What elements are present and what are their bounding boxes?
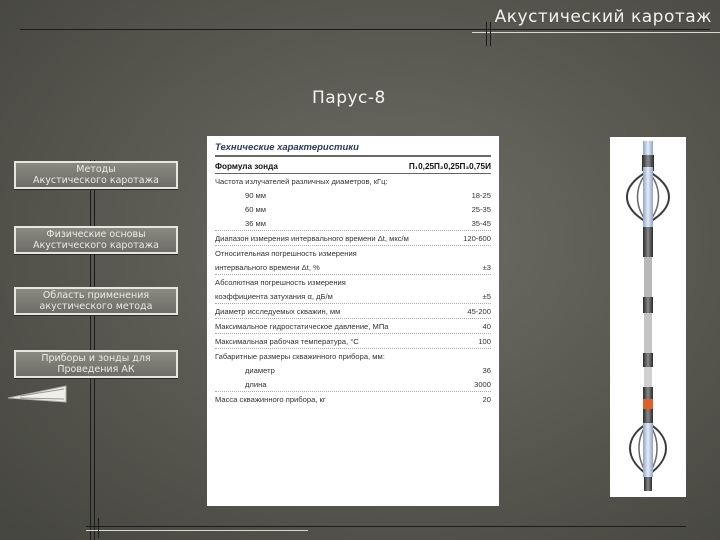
table-row: Абсолютная погрешность измерения <box>215 275 491 289</box>
table-row: Масса скважинного прибора, кг 20 <box>215 392 491 406</box>
top-right-tick-2 <box>490 22 491 46</box>
table-row: длина 3000 <box>215 377 491 392</box>
table-row: Максимальное гидростатическое давление, … <box>215 319 491 334</box>
nav-label-line2: акустического метода <box>39 301 153 312</box>
row-value: 40 <box>482 322 491 331</box>
top-rule <box>20 29 710 30</box>
nav-button-physical-basics[interactable]: Физические основы Акустического каротажа <box>14 226 178 254</box>
nav-label-line1: Область применения <box>42 290 150 301</box>
row-value: 100 <box>478 337 491 346</box>
nav-button-methods[interactable]: Методы Акустического каротажа <box>14 161 178 189</box>
nav-label-line1: Физические основы <box>46 229 146 240</box>
row-label: диаметр <box>245 366 275 375</box>
table-row: 60 мм 25-35 <box>215 202 491 216</box>
bottom-tick <box>98 518 99 538</box>
table-row: Частота излучателей различных диаметров,… <box>215 174 491 188</box>
row-label: интервального времени Δt, % <box>215 263 320 272</box>
table-row: Максимальная рабочая температура, °С 100 <box>215 334 491 349</box>
row-value: 25-35 <box>471 205 491 214</box>
row-label: Диаметр исследуемых скважин, мм <box>215 307 341 316</box>
row-label: 36 мм <box>245 219 266 228</box>
row-label: 90 мм <box>245 191 266 200</box>
row-value: 35-45 <box>471 219 491 228</box>
row-label: длина <box>245 380 267 389</box>
slide-subtitle: Парус-8 <box>312 88 386 108</box>
bottom-rule <box>86 526 686 527</box>
table-row: Диапазон измерения интервального времени… <box>215 231 491 246</box>
row-value: ±5 <box>482 292 491 301</box>
table-row: интервального времени Δt, % ±3 <box>215 260 491 275</box>
table-row: Формула зонда П₁0,25П₂0,25П₃0,75И <box>215 159 491 174</box>
row-value: 3000 <box>474 380 491 389</box>
row-label: 60 мм <box>245 205 266 214</box>
table-row: 36 мм 35-45 <box>215 216 491 231</box>
slide-title: Акустический каротаж <box>494 7 712 27</box>
row-label: Габаритные размеры скважинного прибора, … <box>215 352 385 361</box>
table-row: диаметр 36 <box>215 363 491 377</box>
table-row: Относительная погрешность измерения <box>215 246 491 260</box>
row-value: 18-25 <box>471 191 491 200</box>
spec-heading: Технические характеристики <box>215 142 491 157</box>
table-row: Диаметр исследуемых скважин, мм 45-200 <box>215 304 491 319</box>
table-row: Габаритные размеры скважинного прибора, … <box>215 349 491 363</box>
tool-image-panel <box>610 137 686 497</box>
row-value: 36 <box>482 366 491 375</box>
row-value: 45-200 <box>467 307 491 316</box>
row-label: Масса скважинного прибора, кг <box>215 395 326 404</box>
back-arrow-icon[interactable] <box>6 384 68 404</box>
spec-rows: Формула зонда П₁0,25П₂0,25П₃0,75И Частота… <box>215 159 491 406</box>
row-label: Относительная погрешность измерения <box>215 249 357 258</box>
top-right-tick <box>486 22 487 46</box>
table-row: коэффициента затухания α, дБ/м ±5 <box>215 289 491 304</box>
row-label: Диапазон измерения интервального времени… <box>215 234 409 243</box>
row-label: Максимальная рабочая температура, °С <box>215 337 359 346</box>
row-label: Формула зонда <box>215 162 278 171</box>
top-rule-light <box>472 32 720 33</box>
row-value: 120-600 <box>463 234 491 243</box>
row-label: Максимальное гидростатическое давление, … <box>215 322 389 331</box>
nav-label-line2: Акустического каротажа <box>33 175 159 186</box>
nav-button-application-area[interactable]: Область применения акустического метода <box>14 287 178 315</box>
spec-table: Технические характеристики Формула зонда… <box>207 136 499 506</box>
row-label: Частота излучателей различных диаметров,… <box>215 177 388 186</box>
row-label: Абсолютная погрешность измерения <box>215 278 346 287</box>
nav-label-line1: Приборы и зонды для <box>41 353 151 364</box>
row-label: коэффициента затухания α, дБ/м <box>215 292 333 301</box>
row-value: П₁0,25П₂0,25П₃0,75И <box>408 162 491 171</box>
downhole-tool-image <box>626 141 670 491</box>
nav-button-devices[interactable]: Приборы и зонды для Проведения АК <box>14 350 178 378</box>
row-value: ±3 <box>482 263 491 272</box>
nav-label-line1: Методы <box>76 164 116 175</box>
nav-label-line2: Акустического каротажа <box>33 240 159 251</box>
table-row: 90 мм 18-25 <box>215 188 491 202</box>
bottom-rule-light <box>86 530 308 531</box>
nav-label-line2: Проведения АК <box>57 364 135 375</box>
row-value: 20 <box>482 395 491 404</box>
